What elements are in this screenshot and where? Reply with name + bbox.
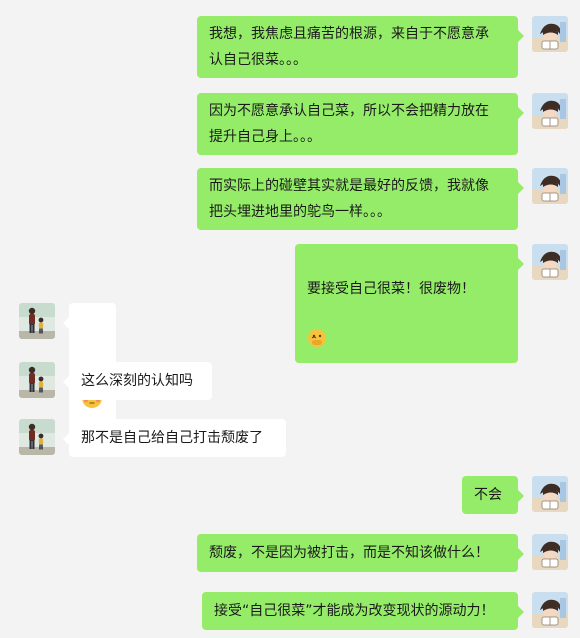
my-avatar[interactable] (532, 534, 568, 570)
contact-avatar[interactable] (19, 303, 55, 339)
message-bubble-outgoing[interactable]: 接受“自己很菜”才能成为改变现状的源动力！ (202, 592, 524, 630)
my-avatar[interactable] (532, 168, 568, 204)
anime-person-reading-avatar-icon (532, 534, 568, 570)
my-avatar[interactable] (532, 244, 568, 280)
message-bubble-outgoing[interactable]: 因为不愿意承认自己菜，所以不会把精力放在 提升自己身上。。。 (197, 93, 524, 155)
message-bubble-outgoing[interactable]: 要接受自己很菜！很废物！ (295, 244, 524, 363)
my-avatar[interactable] (532, 592, 568, 628)
message-bubble-outgoing[interactable]: 我想，我焦虑且痛苦的根源，来自于不愿意承 认自己很菜。。。 (197, 16, 524, 78)
my-avatar[interactable] (532, 476, 568, 512)
message-bubble-outgoing[interactable]: 不会 (462, 476, 524, 514)
anime-person-reading-avatar-icon (532, 16, 568, 52)
parent-and-child-standing-avatar-icon (19, 303, 55, 339)
message-bubble-outgoing[interactable]: 颓废，不是因为被打击，而是不知该做什么！ (197, 534, 524, 572)
message-bubble-outgoing[interactable]: 而实际上的碰壁其实就是最好的反馈，我就像 把头埋进地里的鸵鸟一样。。。 (197, 168, 524, 230)
message-bubble-incoming[interactable]: 那不是自己给自己打击颓废了 (63, 419, 286, 457)
parent-and-child-standing-avatar-icon (19, 362, 55, 398)
anime-person-reading-avatar-icon (532, 592, 568, 628)
contact-avatar[interactable] (19, 419, 55, 455)
my-avatar[interactable] (532, 93, 568, 129)
parent-and-child-standing-avatar-icon (19, 419, 55, 455)
anime-person-reading-avatar-icon (532, 476, 568, 512)
message-text: 要接受自己很菜！很废物！ (307, 281, 475, 297)
anime-person-reading-avatar-icon (532, 168, 568, 204)
anime-person-reading-avatar-icon (532, 93, 568, 129)
chat-message-list: 我想，我焦虑且痛苦的根源，来自于不愿意承 认自己很菜。。。 因为不愿意承认自己菜… (0, 0, 580, 638)
anime-person-reading-avatar-icon (532, 244, 568, 280)
message-bubble-incoming[interactable]: 这么深刻的认知吗 (63, 362, 212, 400)
face-hand-over-mouth-icon (307, 302, 327, 357)
contact-avatar[interactable] (19, 362, 55, 398)
my-avatar[interactable] (532, 16, 568, 52)
